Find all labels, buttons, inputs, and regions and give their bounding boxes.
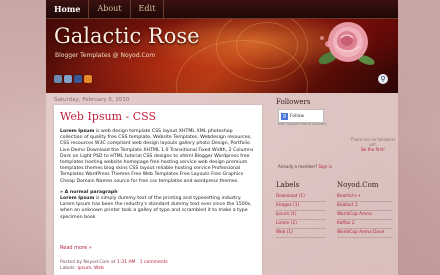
noyod-link[interactable]: Kaffax 2 bbox=[337, 220, 393, 229]
followers-title: Followers bbox=[276, 98, 311, 106]
already-member: Already a member? Sign in bbox=[278, 164, 332, 169]
sign-in-link[interactable]: Sign in bbox=[319, 164, 333, 169]
rss-icon[interactable] bbox=[84, 75, 92, 83]
noyod-links-list: BeatAct++ Beatact 2 WorldCup Arena Kaffa… bbox=[337, 193, 393, 238]
labels-title: Labels bbox=[276, 181, 300, 189]
post-comments-link[interactable]: 1 comments bbox=[140, 260, 168, 265]
social-icons bbox=[54, 75, 92, 83]
post-meta-posted: Posted by Noyod.Com at bbox=[60, 260, 117, 265]
gfc-text: with Google Friend Connect bbox=[278, 122, 327, 126]
post-meta: Posted by Noyod.Com at 1:31 AM 1 comment… bbox=[60, 260, 168, 272]
nav-tab-home[interactable]: Home bbox=[46, 0, 90, 18]
search-icon[interactable]: ⚲ bbox=[378, 74, 388, 84]
no-followers-text: There are no followers yet. bbox=[350, 137, 396, 147]
be-first-link[interactable]: Be the first! bbox=[349, 147, 397, 152]
noyod-link[interactable]: Beatact 2 bbox=[337, 202, 393, 211]
post-lead-strong: Lorem Ipsum bbox=[60, 129, 95, 134]
label-item[interactable]: Lorem (2) bbox=[276, 220, 326, 229]
post-paragraph-2: Lorem Ipsum is simply dummy text of the … bbox=[60, 196, 256, 221]
post-date: Saturday, February 6, 2010 bbox=[54, 97, 130, 103]
label-item[interactable]: Web (1) bbox=[276, 229, 326, 238]
labels-list: Download (1) Images (1) Ipsum (1) Lorem … bbox=[276, 193, 326, 238]
label-item[interactable]: Ipsum (1) bbox=[276, 211, 326, 220]
follow-button-label: Follow bbox=[290, 113, 305, 119]
digg-icon[interactable] bbox=[64, 75, 72, 83]
nav-tab-about[interactable]: About bbox=[89, 0, 131, 18]
read-more-link[interactable]: Read more » bbox=[60, 245, 92, 251]
rose-image bbox=[318, 22, 375, 65]
main-content: Saturday, February 6, 2010 Web Ipsum - C… bbox=[46, 93, 398, 275]
noyod-link[interactable]: WorldCup Arena Dave bbox=[337, 229, 393, 238]
header: Home About Edit Galactic Rose Blogger Te… bbox=[46, 0, 398, 93]
post-labels-links[interactable]: Ipsum, Web bbox=[77, 266, 103, 271]
noyod-link[interactable]: WorldCup Arena bbox=[337, 211, 393, 220]
post-para2-strong: Lorem Ipsum bbox=[60, 196, 95, 202]
post-lead-text: is web design template CSS layout XHTML … bbox=[60, 129, 254, 184]
noyod-link[interactable]: BeatAct++ bbox=[337, 193, 393, 202]
label-item[interactable]: Images (1) bbox=[276, 202, 326, 211]
nav-tab-edit[interactable]: Edit bbox=[131, 0, 165, 18]
site-description: Blogger Templates @ Noyod.Com bbox=[55, 52, 156, 59]
site-title[interactable]: Galactic Rose bbox=[54, 24, 200, 48]
noyod-title: Noyod.Com bbox=[337, 181, 379, 189]
post-body: Lorem Ipsum is web design template CSS l… bbox=[60, 129, 256, 221]
twitter-icon[interactable] bbox=[54, 75, 62, 83]
post-title[interactable]: Web Ipsum - CSS bbox=[60, 110, 156, 123]
post-time-link[interactable]: 1:31 AM bbox=[117, 260, 136, 265]
already-member-text: Already a member? bbox=[278, 164, 319, 169]
post-labels-prefix: Labels: bbox=[60, 266, 78, 271]
post-paragraph-1: Lorem Ipsum is web design template CSS l… bbox=[60, 129, 256, 185]
no-followers: There are no followers yet. Be the first… bbox=[349, 137, 397, 152]
label-item[interactable]: Download (1) bbox=[276, 193, 326, 202]
follow-button[interactable]: g Follow bbox=[278, 109, 324, 123]
post-labels-line: Labels: Ipsum, Web bbox=[60, 266, 168, 272]
google-icon: g bbox=[281, 112, 288, 120]
post-card: Web Ipsum - CSS Lorem Ipsum is web desig… bbox=[54, 105, 262, 275]
facebook-icon[interactable] bbox=[74, 75, 82, 83]
